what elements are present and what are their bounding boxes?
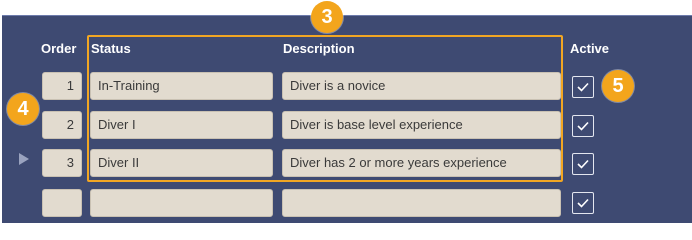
checkmark-icon <box>577 121 589 131</box>
description-field[interactable] <box>282 189 561 217</box>
column-header-status: Status <box>91 41 131 56</box>
active-checkbox[interactable] <box>572 153 594 175</box>
order-field[interactable]: 3 <box>42 149 82 177</box>
checkmark-icon <box>577 198 589 208</box>
column-header-active: Active <box>570 41 610 56</box>
status-field[interactable]: In-Training <box>90 72 273 100</box>
current-row-indicator-icon <box>19 153 29 165</box>
callout-3-badge: 3 <box>311 1 343 33</box>
active-checkbox[interactable] <box>572 192 594 214</box>
active-checkbox[interactable] <box>572 115 594 137</box>
column-header-order: Order <box>41 41 77 56</box>
checkmark-icon <box>577 82 589 92</box>
description-field[interactable]: Diver is base level experience <box>282 111 561 139</box>
callout-4-badge: 4 <box>7 93 39 125</box>
status-field[interactable]: Diver I <box>90 111 273 139</box>
description-field[interactable]: Diver is a novice <box>282 72 561 100</box>
order-field[interactable]: 2 <box>42 111 82 139</box>
status-field[interactable] <box>90 189 273 217</box>
description-field[interactable]: Diver has 2 or more years experience <box>282 149 561 177</box>
order-field[interactable] <box>42 189 82 217</box>
checkmark-icon <box>577 159 589 169</box>
order-field[interactable]: 1 <box>42 72 82 100</box>
callout-5-badge: 5 <box>602 70 634 102</box>
column-header-description: Description <box>283 41 355 56</box>
active-checkbox[interactable] <box>572 76 594 98</box>
status-field[interactable]: Diver II <box>90 149 273 177</box>
